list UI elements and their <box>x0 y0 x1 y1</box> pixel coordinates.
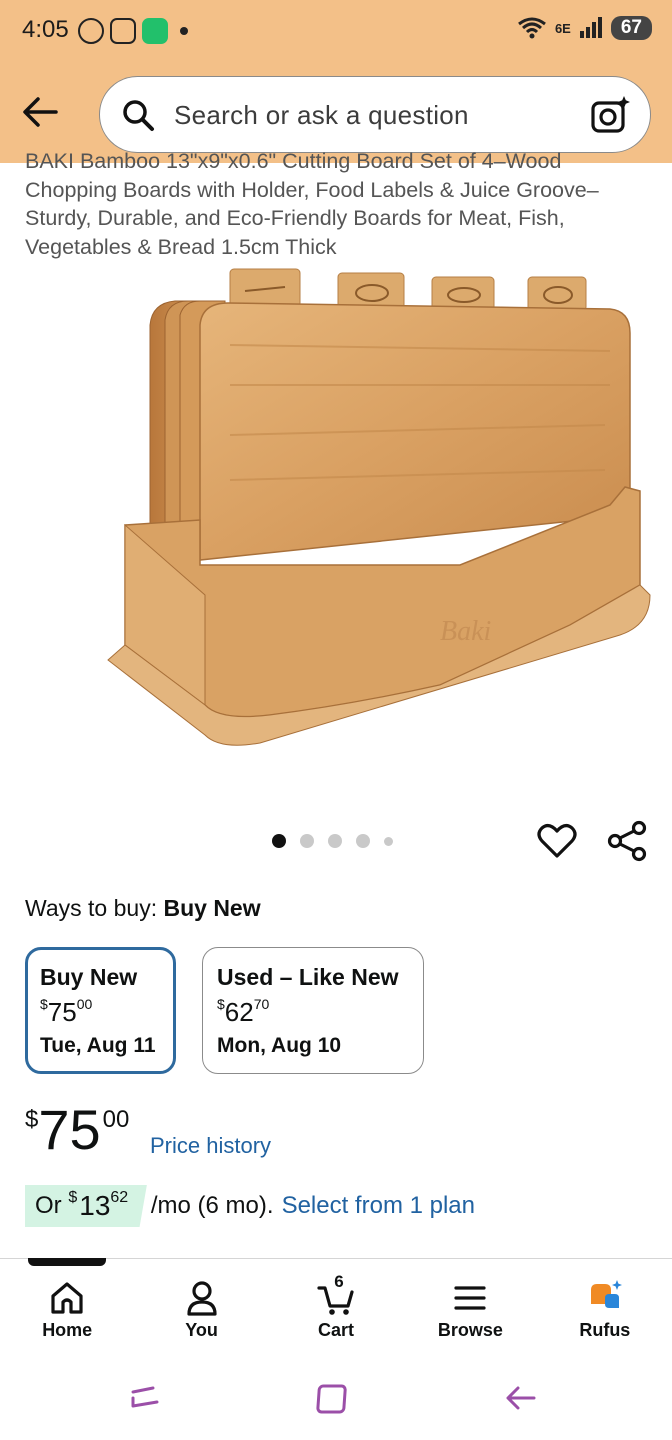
share-icon[interactable] <box>606 820 648 862</box>
recents-icon[interactable] <box>125 1378 165 1418</box>
home-square-icon[interactable] <box>314 1378 354 1418</box>
product-price: $ 75 00 <box>25 1100 129 1160</box>
person-icon <box>187 1281 217 1316</box>
nav-you[interactable]: You <box>134 1266 268 1356</box>
product-image[interactable]: Baki <box>100 265 660 785</box>
option-title: Buy New <box>40 964 138 990</box>
image-pager[interactable] <box>272 834 393 848</box>
price-history-link[interactable]: Price history <box>150 1133 271 1159</box>
installment-term: /mo (6 mo). <box>150 1192 274 1219</box>
ways-to-buy-selected: Buy New <box>163 895 261 921</box>
ways-to-buy-heading: Ways to buy: Buy New <box>25 895 261 922</box>
option-delivery-date: Mon, Aug 10 <box>217 1034 342 1057</box>
installment-highlight: Or $13 62 <box>25 1185 147 1227</box>
nav-cart[interactable]: 6 Cart <box>269 1266 403 1356</box>
pager-dot[interactable] <box>384 836 393 846</box>
select-plan-link[interactable]: Select from 1 plan <box>282 1192 475 1220</box>
pager-dot[interactable] <box>356 834 370 848</box>
bottom-nav: Home You 6 Cart Browse Rufus <box>0 1266 672 1356</box>
top-bar: 4:05 6E 67 Search or ask a question <box>0 0 672 163</box>
system-nav-bar <box>0 1356 672 1440</box>
installment-offer: Or $13 62 /mo (6 mo). Select from 1 plan <box>25 1182 475 1230</box>
rufus-icon <box>590 1280 622 1308</box>
search-bar[interactable]: Search or ask a question <box>99 76 651 153</box>
option-price: $6270 <box>217 996 270 1027</box>
option-price: $7500 <box>40 996 93 1027</box>
search-input[interactable]: Search or ask a question <box>174 100 469 131</box>
status-bar: 4:05 6E 67 <box>0 0 672 62</box>
signal-icon <box>579 17 602 38</box>
nav-home[interactable]: Home <box>0 1266 134 1356</box>
pager-dot[interactable] <box>328 834 342 848</box>
network-type: 6E <box>554 20 571 36</box>
buy-option-used[interactable]: Used – Like New $6270 Mon, Aug 10 <box>202 947 424 1074</box>
brand-mark: Baki <box>440 616 491 647</box>
back-arrow-icon[interactable] <box>18 90 62 134</box>
search-icon <box>123 100 154 131</box>
screenshot-icon <box>110 18 136 44</box>
home-icon <box>51 1282 83 1314</box>
status-time: 4:05 <box>22 16 69 43</box>
app-notification-icon <box>142 18 168 44</box>
cart-icon <box>317 1286 354 1315</box>
nav-active-indicator <box>28 1258 106 1266</box>
menu-icon <box>454 1286 487 1310</box>
wifi-icon <box>518 17 546 39</box>
pager-dot[interactable] <box>300 834 314 848</box>
nav-rufus[interactable]: Rufus <box>538 1266 672 1356</box>
camera-sparkle-icon[interactable] <box>590 94 632 136</box>
dot-icon <box>180 27 188 35</box>
option-title: Used – Like New <box>217 964 399 990</box>
back-icon[interactable] <box>500 1378 540 1418</box>
product-title: BAKI Bamboo 13"x9"x0.6" Cutting Board Se… <box>25 149 599 259</box>
buy-option-new[interactable]: Buy New $7500 Tue, Aug 11 <box>25 947 176 1074</box>
battery-icon: 67 <box>610 16 652 40</box>
ways-to-buy-label: Ways to buy: <box>25 895 158 921</box>
pager-dot-active[interactable] <box>272 834 286 848</box>
heart-icon[interactable] <box>536 820 578 862</box>
price-currency: $ <box>25 1106 39 1133</box>
price-whole: 75 <box>38 1098 101 1161</box>
price-fraction: 00 <box>102 1106 130 1133</box>
nav-browse[interactable]: Browse <box>403 1266 537 1356</box>
data-saver-icon <box>78 18 104 44</box>
option-delivery-date: Tue, Aug 11 <box>40 1034 156 1057</box>
